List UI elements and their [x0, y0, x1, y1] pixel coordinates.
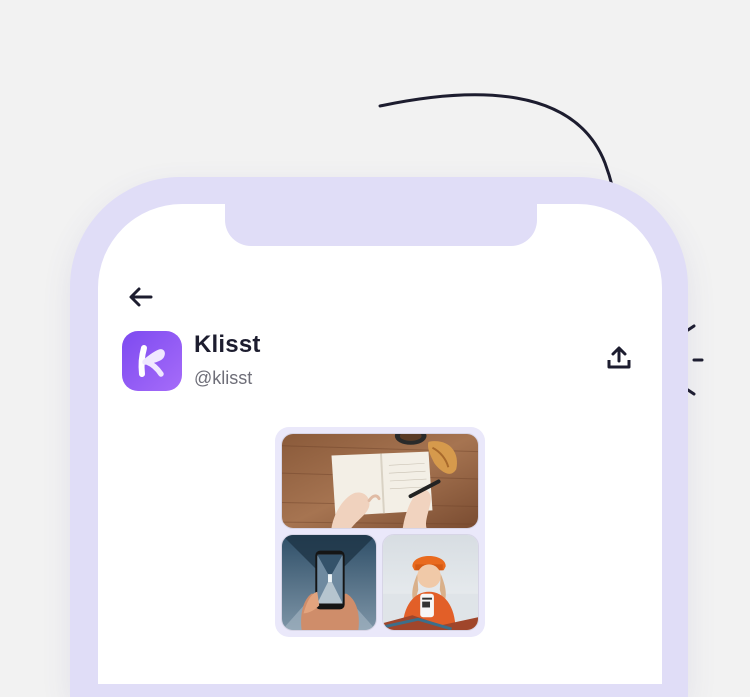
share-button[interactable]	[599, 338, 639, 378]
notebook-writing-photo[interactable]	[281, 433, 479, 529]
back-button[interactable]	[126, 282, 156, 312]
photo-grid	[275, 427, 485, 637]
avatar	[122, 331, 182, 391]
klisst-logo-icon	[138, 345, 165, 377]
share-upload-icon	[607, 346, 631, 369]
phone-camera-photo[interactable]	[281, 534, 377, 631]
woman-orange-beanie-photo[interactable]	[382, 534, 479, 631]
profile-name: Klisst	[194, 331, 261, 358]
phone-notch	[225, 204, 537, 246]
profile-handle: @klisst	[194, 368, 253, 388]
arrow-left-icon	[129, 287, 153, 307]
phone-screen: Klisst @klisst	[98, 204, 662, 684]
